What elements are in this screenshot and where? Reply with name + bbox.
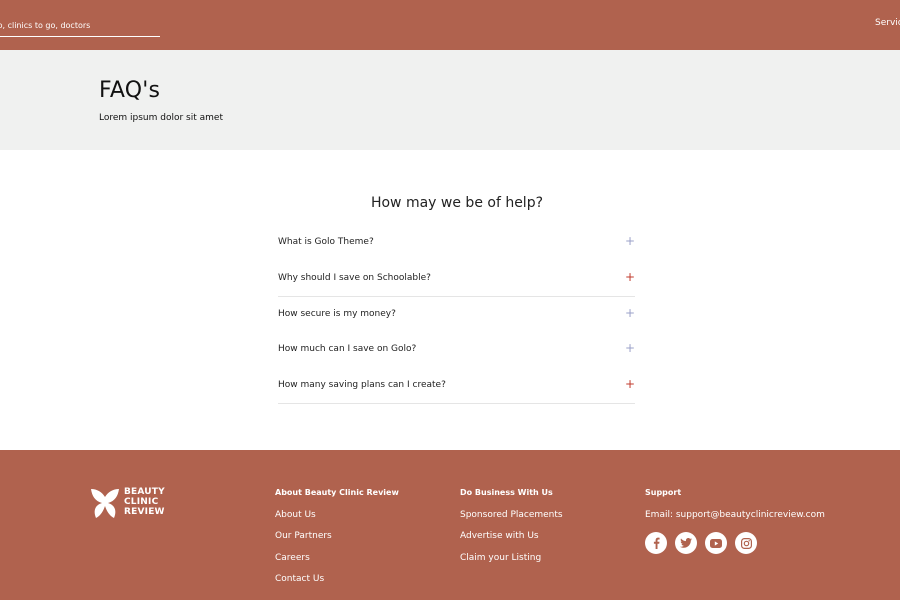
butterfly-logo-icon bbox=[91, 489, 119, 518]
faq-question: What is Golo Theme? bbox=[278, 237, 374, 247]
plus-icon[interactable]: + bbox=[625, 271, 635, 283]
plus-icon[interactable]: + bbox=[625, 235, 635, 247]
site-logo[interactable]: BEAUTY CLINIC REVIEW bbox=[90, 487, 180, 521]
page-hero: FAQ's Lorem ipsum dolor sit amet bbox=[0, 50, 900, 150]
faq-item[interactable]: How secure is my money? + bbox=[278, 297, 635, 333]
footer-link-our-partners[interactable]: Our Partners bbox=[275, 531, 399, 552]
page-title: FAQ's bbox=[99, 78, 161, 103]
footer: BEAUTY CLINIC REVIEW About Beauty Clinic… bbox=[0, 450, 900, 600]
footer-link-about-us[interactable]: About Us bbox=[275, 510, 399, 531]
facebook-icon[interactable] bbox=[645, 532, 667, 554]
faq-item[interactable]: Why should I save on Schoolable? + bbox=[278, 261, 635, 297]
faq-item[interactable]: What is Golo Theme? + bbox=[278, 225, 635, 261]
logo-text: BEAUTY CLINIC REVIEW bbox=[124, 487, 165, 517]
faq-question: Why should I save on Schoolable? bbox=[278, 272, 431, 283]
faq-heading: How may we be of help? bbox=[370, 195, 544, 211]
footer-link-contact-us[interactable]: Contact Us bbox=[275, 574, 399, 595]
footer-heading: Do Business With Us bbox=[460, 488, 553, 497]
nav-link-services[interactable]: Services bbox=[875, 18, 900, 28]
faq-question: How secure is my money? bbox=[278, 308, 396, 319]
footer-link-advertise[interactable]: Advertise with Us bbox=[460, 531, 563, 552]
twitter-icon[interactable] bbox=[675, 532, 697, 554]
search-bar[interactable] bbox=[0, 13, 160, 37]
footer-column-support: Support Email: support@beautyclinicrevie… bbox=[645, 488, 825, 554]
top-bar: Services bbox=[0, 0, 900, 50]
footer-heading: About Beauty Clinic Review bbox=[275, 488, 399, 497]
faq-question: How many saving plans can I create? bbox=[278, 380, 446, 391]
plus-icon[interactable]: + bbox=[625, 342, 635, 354]
footer-link-careers[interactable]: Careers bbox=[275, 553, 399, 574]
faq-list: What is Golo Theme? + Why should I save … bbox=[278, 225, 635, 404]
footer-column-business: Do Business With Us Sponsored Placements… bbox=[460, 488, 563, 574]
plus-icon[interactable]: + bbox=[625, 307, 635, 319]
footer-column-about: About Beauty Clinic Review About Us Our … bbox=[275, 488, 399, 596]
footer-heading: Support bbox=[645, 488, 682, 497]
faq-question: How much can I save on Golo? bbox=[278, 344, 417, 355]
search-input[interactable] bbox=[0, 16, 160, 34]
social-links bbox=[645, 532, 825, 554]
plus-icon[interactable]: + bbox=[625, 378, 635, 390]
faq-item[interactable]: How many saving plans can I create? + bbox=[278, 368, 635, 404]
faq-item[interactable]: How much can I save on Golo? + bbox=[278, 332, 635, 368]
footer-link-claim-listing[interactable]: Claim your Listing bbox=[460, 553, 563, 574]
support-email[interactable]: Email: support@beautyclinicreview.com bbox=[645, 510, 825, 532]
page-subtitle: Lorem ipsum dolor sit amet bbox=[99, 113, 223, 123]
instagram-icon[interactable] bbox=[735, 532, 757, 554]
youtube-icon[interactable] bbox=[705, 532, 727, 554]
footer-link-sponsored-placements[interactable]: Sponsored Placements bbox=[460, 510, 563, 531]
